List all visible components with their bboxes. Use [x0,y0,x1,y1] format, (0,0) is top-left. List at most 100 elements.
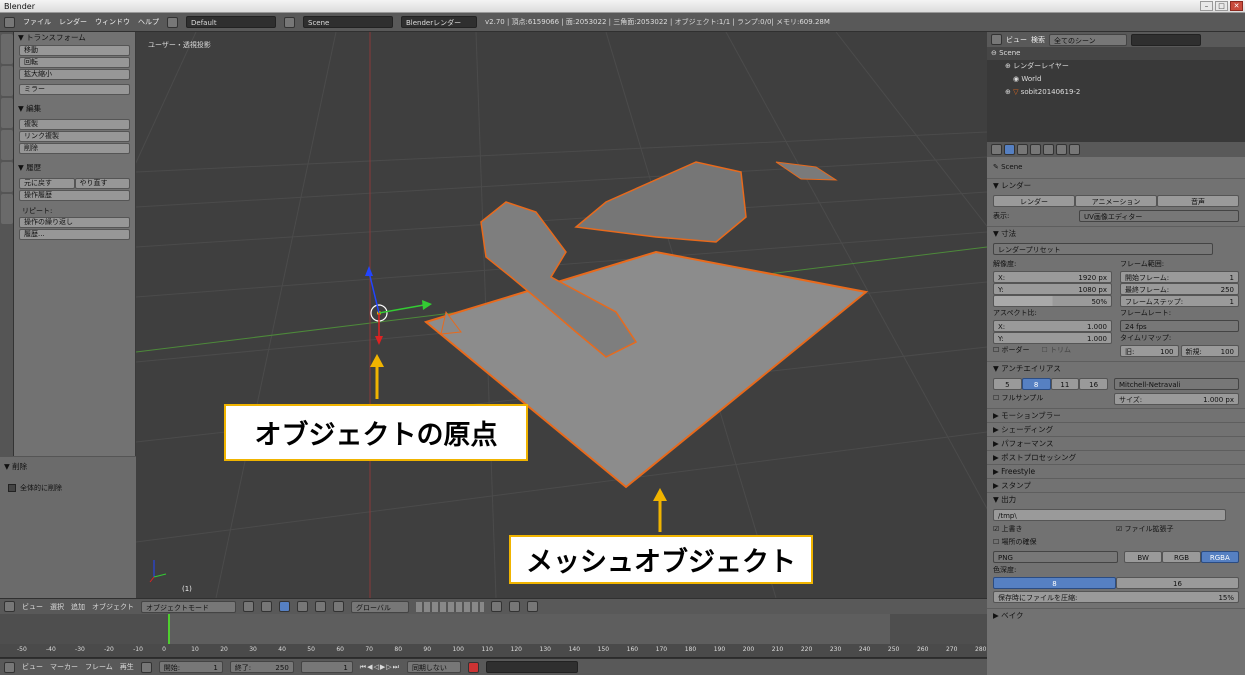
output-path-input[interactable]: /tmp\ [993,509,1226,521]
orientation-select[interactable]: グローバル [351,600,409,613]
output-panel-title[interactable]: ▼ 出力 [987,492,1245,506]
redo-button[interactable]: やり直す [74,178,130,189]
undo-history-button[interactable]: 操作履歴 [19,190,130,201]
playback-controls[interactable]: ⏮◀◁▶▷⏭ [360,663,400,672]
render-preview-icon[interactable] [527,601,538,612]
repeat-history-button[interactable]: 履歴... [19,229,130,240]
repeat-last-button[interactable]: 操作の繰り返し [19,217,130,228]
render-animation-button[interactable]: アニメーション [1075,195,1157,207]
bake-panel[interactable]: ▶ ベイク [987,608,1245,622]
mesh-desk[interactable] [574,161,747,243]
aa-sample-16[interactable]: 16 [1079,378,1108,390]
outliner-menu-search[interactable]: 検索 [1031,35,1045,45]
menu-help[interactable]: ヘルプ [138,17,159,27]
start-frame-prop[interactable]: 開始フレーム: 1 [1120,271,1239,283]
menu-window[interactable]: ウィンドウ [95,17,130,27]
outliner-filter-select[interactable]: 全てのシーン [1049,33,1127,46]
placeholders-checkbox[interactable]: ☐ 場所の確保 [987,536,1245,549]
file-format-select[interactable]: PNG [993,551,1118,563]
outliner-row-renderlayers[interactable]: ⊕ レンダーレイヤー [987,60,1245,73]
shading-panel[interactable]: ▶ シェーディング [987,422,1245,436]
lock-icon[interactable] [491,601,502,612]
fullsample-checkbox[interactable]: ☐ フルサンプル [993,393,1108,405]
operator-title[interactable]: ▼ 削除 [0,461,136,473]
tl-menu-marker[interactable]: マーカー [50,662,78,672]
duplicate-button[interactable]: 複製 [19,119,130,130]
preview-range-icon[interactable] [140,661,152,673]
renderlayer-tab-icon[interactable] [1017,144,1028,155]
timeline-editor-icon[interactable] [4,661,15,673]
color-depth-16[interactable]: 16 [1116,577,1239,589]
color-depth-8[interactable]: 8 [993,577,1116,589]
translate-icon[interactable] [297,601,308,612]
pivot-icon[interactable] [261,601,272,612]
layer-buttons[interactable] [416,601,484,612]
aa-size-field[interactable]: サイズ: 1.000 px [1114,393,1239,405]
pin-icon[interactable]: ✎ [993,163,999,171]
gizmo-y-arrow[interactable] [375,336,383,345]
outliner-menu-view[interactable]: ビュー [1006,35,1027,45]
aspect-x-field[interactable]: X: 1.000 [993,320,1112,332]
render-preset-select[interactable]: レンダープリセット [993,243,1213,255]
texture-tab-icon[interactable] [1069,144,1080,155]
stamp-panel[interactable]: ▶ スタンプ [987,478,1245,492]
render-audio-button[interactable]: 音声 [1157,195,1239,207]
maximize-icon[interactable]: □ [1215,1,1228,11]
aa-sample-8[interactable]: 8 [1021,378,1051,390]
aspect-y-field[interactable]: Y: 1.000 [993,332,1112,344]
current-frame-field[interactable]: 1 [300,661,353,673]
end-frame-prop[interactable]: 最終フレーム: 250 [1120,283,1239,295]
current-frame-line[interactable] [168,614,170,644]
scene-icon[interactable] [284,16,295,28]
frame-step-prop[interactable]: フレームステップ: 1 [1120,295,1239,307]
color-mode-rgb[interactable]: RGB [1162,551,1201,563]
framerate-select[interactable]: 24 fps [1120,320,1239,332]
color-mode-bw[interactable]: BW [1124,551,1163,563]
panel-transform-title[interactable]: ▼ トランスフォーム [14,32,135,44]
res-x-field[interactable]: X: 1920 px [993,271,1112,283]
vp-menu-add[interactable]: 追加 [71,602,85,612]
tl-menu-frame[interactable]: フレーム [85,662,113,672]
aa-sample-5[interactable]: 5 [993,378,1022,390]
gizmo-x-arrow[interactable] [422,300,432,310]
overwrite-checkbox[interactable]: ☑ 上書き [993,524,1116,534]
outliner-row-object[interactable]: ⊕ ▽ sobit20140619-2 [987,86,1245,99]
gizmo-z-arrow[interactable] [365,266,373,276]
vp-menu-view[interactable]: ビュー [22,602,43,612]
mirror-button[interactable]: ミラー [19,84,130,95]
render-tab-icon[interactable] [1004,144,1015,155]
tl-menu-view[interactable]: ビュー [22,662,43,672]
render-engine-select[interactable]: Blenderレンダー [401,16,477,28]
performance-panel[interactable]: ▶ パフォーマンス [987,436,1245,450]
start-frame-field[interactable]: 開始: 1 [158,661,223,673]
shading-icon[interactable] [243,601,254,612]
scene-tab-icon[interactable] [1030,144,1041,155]
end-frame-field[interactable]: 終了: 250 [229,661,294,673]
layout-field[interactable]: Default [186,16,276,28]
outliner-row-scene[interactable]: ⊖ Scene [987,47,1245,60]
aa-filter-select[interactable]: Mitchell-Netravali [1114,378,1239,390]
tab-create[interactable] [1,66,13,96]
render-still-button[interactable]: レンダー [993,195,1075,207]
res-percentage-slider[interactable]: 50% [993,295,1112,307]
close-icon[interactable]: ✕ [1230,1,1243,11]
tab-physics[interactable] [1,162,13,192]
world-tab-icon[interactable] [1043,144,1054,155]
panel-history-title[interactable]: ▼ 履歴 [14,162,135,174]
rotate-icon[interactable] [315,601,326,612]
delete-button[interactable]: 削除 [19,143,130,154]
vp-menu-select[interactable]: 選択 [50,602,64,612]
outliner-row-world[interactable]: ◉ World [987,73,1245,86]
tl-menu-playback[interactable]: 再生 [120,662,134,672]
properties-editor-icon[interactable] [991,144,1002,155]
vp-menu-object[interactable]: オブジェクト [92,602,134,612]
tab-animation[interactable] [1,130,13,160]
panel-edit-title[interactable]: ▼ 編集 [14,103,135,115]
antialiasing-panel-title[interactable]: ▼ アンチエイリアス [987,361,1245,375]
border-checkbox[interactable]: ☐ ボーダー [993,344,1030,357]
global-delete-checkbox[interactable] [8,484,16,492]
object-tab-icon[interactable] [1056,144,1067,155]
info-editor-icon[interactable] [4,16,15,28]
menu-render[interactable]: レンダー [59,17,87,27]
mesh-fragment-2[interactable] [775,161,838,181]
